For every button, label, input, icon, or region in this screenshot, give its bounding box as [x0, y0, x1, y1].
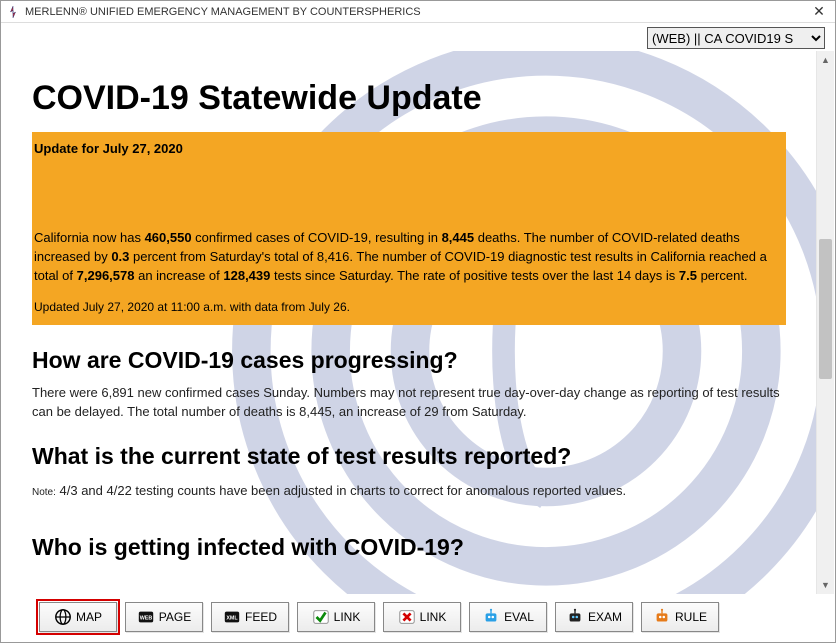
button-label: LINK	[420, 610, 447, 624]
tests-increase-value: 128,439	[223, 268, 270, 283]
x-mark-icon	[398, 608, 416, 626]
button-label: RULE	[675, 610, 707, 624]
xml-badge-icon: XML	[223, 608, 241, 626]
button-label: MAP	[76, 610, 102, 624]
bottom-toolbar: MAP WEB PAGE XML FEED LINK LINK EVAL EXA	[1, 594, 835, 642]
title-bar: MERLENN® UNIFIED EMERGENCY MANAGEMENT BY…	[1, 1, 835, 23]
page-button[interactable]: WEB PAGE	[125, 602, 203, 632]
confirmed-cases-value: 460,550	[145, 230, 192, 245]
button-label: EXAM	[588, 610, 622, 624]
page-title: COVID-19 Statewide Update	[32, 79, 786, 118]
tests-total-value: 7,296,578	[77, 268, 135, 283]
svg-text:WEB: WEB	[139, 616, 152, 622]
progressing-paragraph: There were 6,891 new confirmed cases Sun…	[32, 384, 786, 422]
scroll-up-arrow-icon[interactable]: ▲	[817, 51, 834, 69]
update-date-heading: Update for July 27, 2020	[34, 140, 778, 159]
update-highlight-box: Update for July 27, 2020 California now …	[32, 132, 786, 325]
window-title: MERLENN® UNIFIED EMERGENCY MANAGEMENT BY…	[25, 6, 421, 18]
map-button[interactable]: MAP	[39, 602, 117, 632]
robot-orange-icon	[653, 608, 671, 626]
close-icon[interactable]: ✕	[809, 3, 829, 20]
section-heading-who-infected: Who is getting infected with COVID-19?	[32, 534, 786, 561]
scroll-thumb[interactable]	[819, 239, 832, 379]
content-viewport: • COVID-19 Toolkit COVID-19 Statewide Up…	[2, 51, 816, 594]
button-label: EVAL	[504, 610, 534, 624]
app-logo-icon	[7, 6, 19, 18]
button-label: PAGE	[159, 610, 191, 624]
death-pct-value: 0.3	[111, 249, 129, 264]
scroll-track[interactable]	[817, 69, 834, 576]
link-ok-button[interactable]: LINK	[297, 602, 375, 632]
feed-button[interactable]: XML FEED	[211, 602, 289, 632]
positive-rate-value: 7.5	[679, 268, 697, 283]
summary-paragraph: California now has 460,550 confirmed cas…	[34, 229, 778, 286]
robot-blue-icon	[482, 608, 500, 626]
link-bad-button[interactable]: LINK	[383, 602, 461, 632]
rule-button[interactable]: RULE	[641, 602, 719, 632]
text: California now has	[34, 230, 145, 245]
eval-button[interactable]: EVAL	[469, 602, 547, 632]
check-icon	[312, 608, 330, 626]
vertical-scrollbar[interactable]: ▲ ▼	[816, 51, 834, 594]
note-prefix: Note:	[32, 487, 56, 498]
deaths-value: 8,445	[442, 230, 475, 245]
section-heading-progressing: How are COVID-19 cases progressing?	[32, 347, 786, 374]
exam-button[interactable]: EXAM	[555, 602, 633, 632]
button-label: LINK	[334, 610, 361, 624]
text: percent.	[697, 268, 748, 283]
source-dropdown[interactable]: (WEB) || CA COVID19 S	[647, 27, 825, 49]
top-strip: (WEB) || CA COVID19 S	[1, 23, 835, 51]
update-timestamp: Updated July 27, 2020 at 11:00 a.m. with…	[34, 299, 778, 316]
button-label: FEED	[245, 610, 277, 624]
testing-note: Note: 4/3 and 4/22 testing counts have b…	[32, 483, 786, 498]
scroll-down-arrow-icon[interactable]: ▼	[817, 576, 834, 594]
text: an increase of	[134, 268, 223, 283]
web-badge-icon: WEB	[137, 608, 155, 626]
text: confirmed cases of COVID-19, resulting i…	[192, 230, 442, 245]
svg-text:XML: XML	[226, 616, 238, 622]
section-heading-test-results: What is the current state of test result…	[32, 443, 786, 470]
text: tests since Saturday. The rate of positi…	[270, 268, 679, 283]
robot-dark-icon	[566, 608, 584, 626]
globe-icon	[54, 608, 72, 626]
note-text: 4/3 and 4/22 testing counts have been ad…	[56, 483, 626, 498]
